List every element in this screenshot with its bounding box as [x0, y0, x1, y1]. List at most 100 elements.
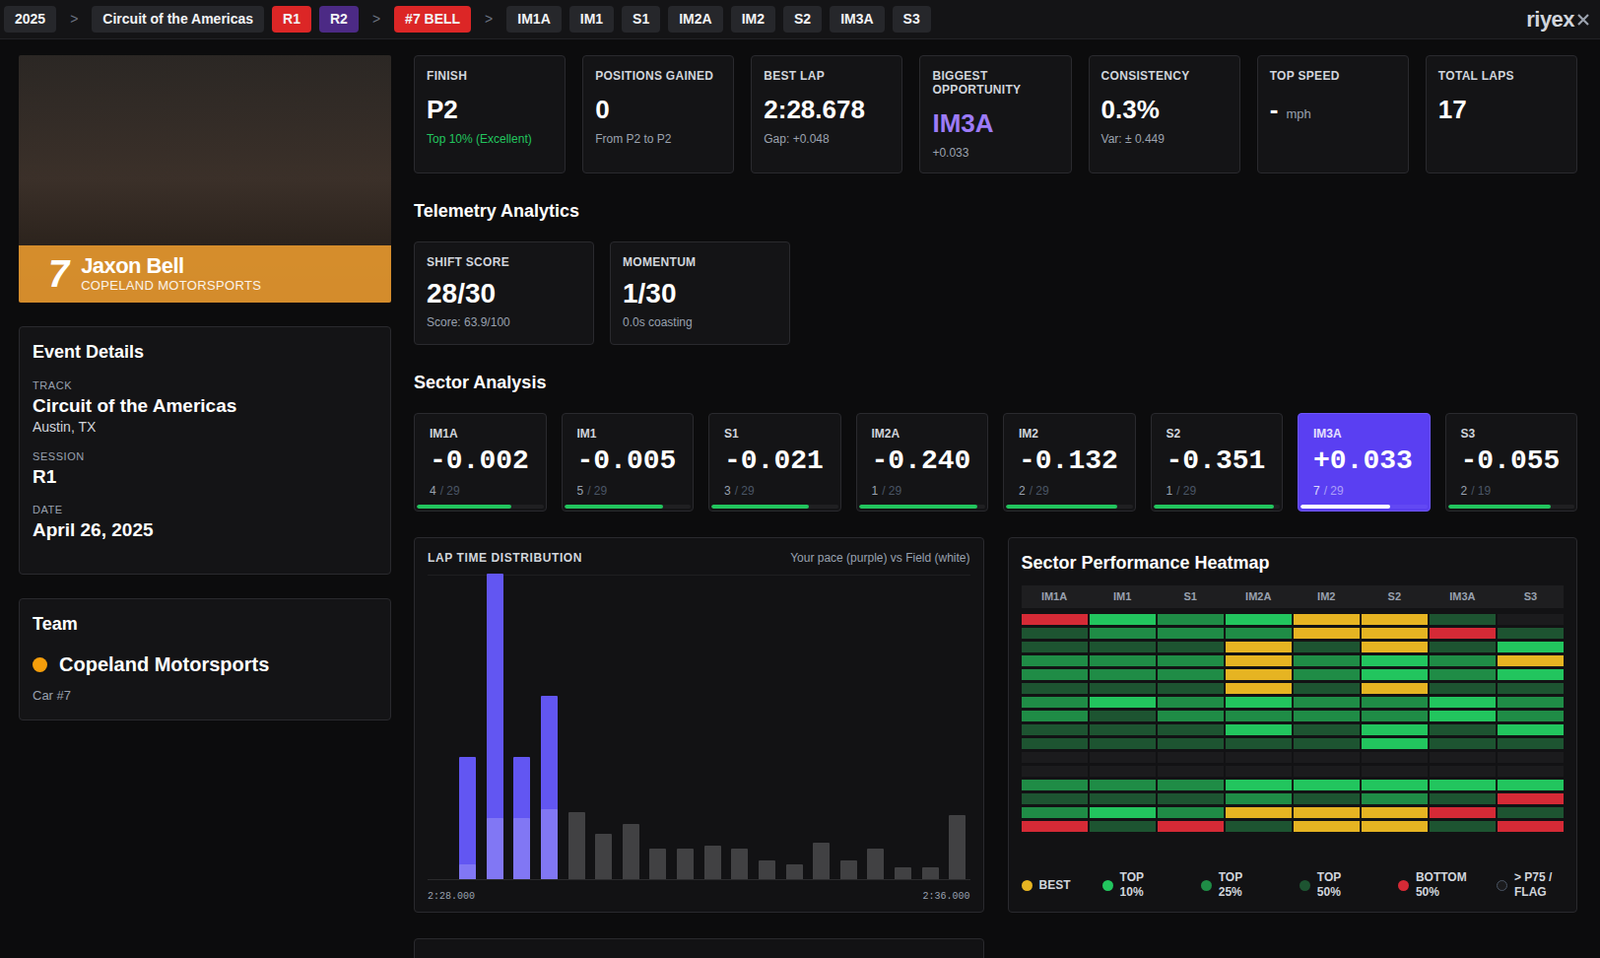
- heatmap-cell: [1293, 710, 1360, 722]
- breadcrumb-item[interactable]: S2: [783, 5, 822, 33]
- breadcrumb-pill[interactable]: 2025: [3, 5, 57, 33]
- breadcrumb-pill[interactable]: IM3A: [829, 5, 884, 33]
- breadcrumb-pill[interactable]: S1: [621, 5, 661, 33]
- legend-label: TOP 50%: [1317, 869, 1367, 900]
- breadcrumb-pill[interactable]: #7 BELL: [394, 5, 471, 33]
- heatmap-cell: [1361, 710, 1428, 722]
- stat-sub: Gap: +0.048: [763, 131, 890, 147]
- sector-card[interactable]: IM2-0.1322/ 29: [1002, 412, 1136, 512]
- breadcrumb-item[interactable]: IM2: [731, 5, 776, 33]
- sector-delta: -0.005: [577, 445, 679, 477]
- breadcrumb-item[interactable]: S1: [621, 5, 661, 33]
- breadcrumb-pill[interactable]: IM2A: [667, 5, 723, 33]
- histogram-bin: [894, 575, 912, 879]
- heatmap-cell: [1429, 724, 1496, 735]
- breadcrumb-item[interactable]: IM2A: [667, 5, 723, 33]
- breadcrumb-pill[interactable]: R2: [319, 5, 359, 33]
- field-label: TRACK: [32, 378, 378, 393]
- heatmap-cell: [1157, 613, 1224, 625]
- breadcrumb-pill[interactable]: S3: [892, 5, 932, 33]
- sector-card[interactable]: IM2A-0.2401/ 29: [856, 412, 990, 512]
- heatmap-cell: [1497, 806, 1564, 818]
- heatmap-cell: [1497, 737, 1564, 749]
- breadcrumb-pill[interactable]: IM1A: [506, 5, 561, 33]
- sector-card[interactable]: IM3A+0.0337/ 29: [1297, 412, 1431, 512]
- breadcrumb-pill[interactable]: S2: [783, 5, 822, 33]
- breadcrumb-item[interactable]: #7 BELL: [394, 5, 471, 33]
- heatmap-cell: [1089, 627, 1156, 639]
- stat-label: POSITIONS GAINED: [595, 68, 722, 83]
- breadcrumb-item[interactable]: IM1: [569, 5, 614, 33]
- next-panels: [413, 937, 1578, 958]
- breadcrumb-pill[interactable]: IM1: [569, 5, 614, 33]
- field-bar: [676, 848, 694, 879]
- legend-item: > P75 / FLAG: [1496, 869, 1564, 900]
- rank-position: 5: [577, 482, 585, 499]
- breadcrumb-pill[interactable]: IM2: [731, 5, 776, 33]
- histogram-bin: [568, 575, 586, 879]
- heatmap-cell: [1157, 751, 1224, 763]
- sector-card[interactable]: S1-0.0213/ 29: [708, 412, 842, 512]
- breadcrumb-item[interactable]: R1: [271, 5, 312, 33]
- heatmap-cell: [1089, 724, 1156, 735]
- heatmap-cell: [1021, 613, 1088, 625]
- breadcrumb-item[interactable]: IM1A: [506, 5, 561, 33]
- main-column: FINISHP2Top 10% (Excellent) POSITIONS GAI…: [413, 55, 1578, 958]
- histogram-bin: [731, 575, 748, 879]
- heatmap-cell: [1429, 655, 1496, 667]
- field-bar: [812, 842, 830, 879]
- event-details-card: Event DetailsTRACKCircuit of the America…: [18, 326, 392, 575]
- stat-sub: +0.033: [932, 144, 1059, 161]
- sector-card[interactable]: S2-0.3511/ 29: [1150, 412, 1284, 512]
- field-bar: [731, 848, 748, 879]
- sector-card[interactable]: S3-0.0552/ 19: [1445, 412, 1579, 512]
- histogram-bin: [866, 575, 884, 879]
- field-bar: [866, 848, 884, 879]
- separator-glyph: >: [366, 8, 387, 30]
- heatmap-cell: [1497, 779, 1564, 791]
- sector-name: IM2A: [871, 425, 974, 442]
- histogram-bin: [948, 575, 966, 879]
- sector-rank: 1/ 29: [1166, 482, 1268, 499]
- legend-label: > P75 / FLAG: [1514, 869, 1564, 900]
- stat-label: BIGGEST OPPORTUNITY: [932, 68, 1059, 97]
- sector-card[interactable]: IM1-0.0055/ 29: [561, 412, 695, 512]
- top-bar: 2025>Circuit of the AmericasR1R2>#7 BELL…: [0, 0, 1600, 40]
- field-bar: [622, 823, 640, 879]
- telemetry-cards: SHIFT SCORE28/30Score: 63.9/100MOMENTUM1…: [413, 241, 1578, 345]
- chart-legend: Your pace (purple) vs Field (white): [790, 548, 970, 567]
- stat-card: FINISHP2Top 10% (Excellent): [413, 55, 566, 174]
- rank-position: 4: [429, 482, 437, 499]
- breadcrumb-pill[interactable]: Circuit of the Americas: [91, 5, 265, 33]
- breadcrumb-pill[interactable]: R1: [271, 5, 312, 33]
- heatmap-cell: [1429, 682, 1496, 694]
- sector-delta: +0.033: [1313, 445, 1415, 477]
- sector-card[interactable]: IM1A-0.0024/ 29: [413, 412, 547, 512]
- field-bar: [568, 811, 586, 879]
- logo[interactable]: riyex: [1526, 2, 1591, 36]
- field-bar: [486, 817, 504, 879]
- sector-card-body: S2-0.3511/ 29: [1151, 413, 1283, 505]
- legend-label: BOTTOM 50%: [1415, 869, 1466, 900]
- breadcrumb-item[interactable]: 2025: [3, 5, 57, 33]
- heatmap-cell: [1021, 765, 1088, 777]
- breadcrumb-item[interactable]: IM3A: [829, 5, 884, 33]
- breadcrumb-item[interactable]: S3: [892, 5, 932, 33]
- heatmap-cell: [1225, 820, 1292, 832]
- breadcrumb-item[interactable]: Circuit of the Americas: [91, 5, 265, 33]
- heatmap-cell: [1429, 806, 1496, 818]
- legend-item: TOP 10%: [1102, 869, 1170, 900]
- histogram-bin: [758, 575, 776, 879]
- heatmap-cell: [1157, 806, 1224, 818]
- event-field: TRACKCircuit of the AmericasAustin, TX: [32, 378, 378, 436]
- field-bar: [948, 814, 966, 879]
- sector-rank: 4/ 29: [429, 482, 532, 499]
- heatmap-cell: [1497, 724, 1564, 735]
- section-heading: Sector Analysis: [413, 372, 1578, 393]
- stat-value-row: 0.3%: [1101, 94, 1228, 126]
- heatmap-cell: [1361, 641, 1428, 653]
- breadcrumb-item[interactable]: R2: [319, 5, 359, 33]
- heatmap-cell: [1361, 765, 1428, 777]
- heatmap-cell: [1497, 613, 1564, 625]
- histogram-bin: [676, 575, 694, 879]
